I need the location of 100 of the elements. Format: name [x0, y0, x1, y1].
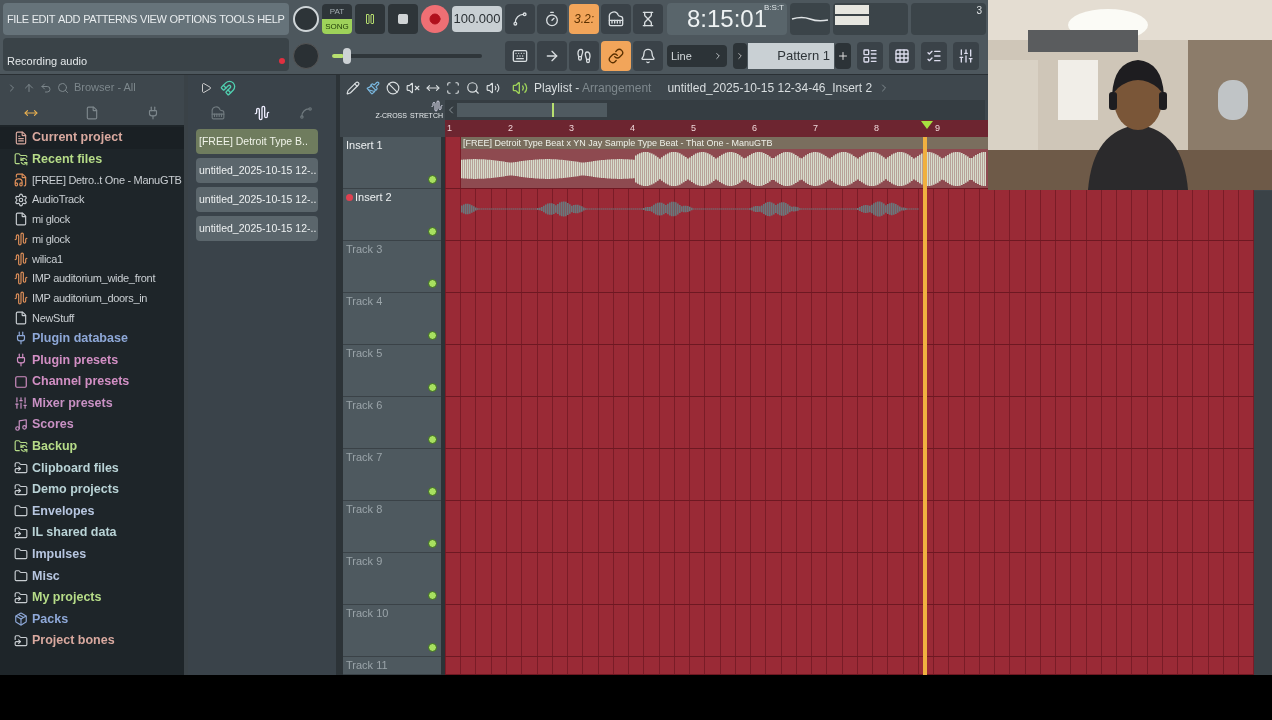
add-pattern-button[interactable] — [835, 43, 851, 69]
track-enable-icon[interactable] — [428, 175, 437, 184]
browser-item[interactable]: IL shared data — [0, 522, 184, 544]
playlist-grid[interactable]: [FREE] Detroit Type Beat x YN Jay Sample Type Beat - That One - ManuGTB — [445, 137, 1254, 675]
clip-source-item[interactable]: untitled_2025-10-15 12-.. — [196, 216, 318, 241]
pencil-icon[interactable] — [346, 80, 360, 95]
track-enable-icon[interactable] — [428, 383, 437, 392]
browser-item[interactable]: [FREE] Detro..t One - ManuGTB — [0, 170, 184, 190]
browser-item[interactable]: Impulses — [0, 543, 184, 566]
file-icon[interactable] — [85, 105, 99, 120]
menu-item[interactable]: TOOLS — [219, 10, 255, 28]
delete-icon[interactable] — [386, 80, 400, 95]
toolbar-button[interactable] — [505, 4, 535, 34]
browser-item[interactable]: IMP auditorium_wide_front — [0, 268, 184, 289]
clip-source-item[interactable]: untitled_2025-10-15 12-.. — [196, 158, 318, 183]
hint-text: Recording audio — [7, 53, 88, 69]
zoom-icon[interactable] — [466, 80, 480, 95]
browser-item[interactable]: mi glock — [0, 209, 184, 230]
toolbar-button[interactable]: 3.2: — [569, 4, 599, 34]
track-enable-icon[interactable] — [428, 227, 437, 236]
menu-item[interactable]: OPTIONS — [169, 10, 217, 28]
browser-item[interactable]: Plugin presets — [0, 349, 184, 371]
undo-icon[interactable] — [40, 81, 52, 94]
volume-knob[interactable] — [293, 5, 319, 32]
stop-button[interactable] — [388, 4, 418, 34]
toolbar-button[interactable] — [633, 4, 663, 34]
menu-item[interactable]: VIEW — [140, 10, 167, 28]
waveform-icon[interactable] — [254, 104, 270, 121]
plug-icon — [14, 331, 28, 346]
track-enable-icon[interactable] — [428, 643, 437, 652]
track-header[interactable]: Insert 2 — [343, 189, 441, 241]
track-enable-icon[interactable] — [428, 539, 437, 548]
tempo-field[interactable]: 100.000 — [452, 6, 502, 32]
browser-item[interactable]: Misc — [0, 565, 184, 587]
track-name: Track 11 — [346, 658, 388, 672]
browser-item[interactable]: Demo projects — [0, 478, 184, 501]
bar-number: 8 — [874, 123, 879, 133]
track-enable-icon[interactable] — [428, 331, 437, 340]
slider-thumb[interactable] — [343, 48, 352, 64]
curve-icon — [512, 11, 528, 27]
brush-icon[interactable] — [366, 80, 380, 95]
browser-item[interactable]: IMP auditorium_doors_in — [0, 288, 184, 308]
toolbar-button[interactable] — [633, 41, 663, 71]
browser-item[interactable]: mi glock — [0, 229, 184, 249]
toolbar-button[interactable] — [601, 41, 631, 71]
browser-item[interactable]: Mixer presets — [0, 392, 184, 415]
menu-item[interactable]: HELP — [257, 10, 285, 28]
browser-item[interactable]: Channel presets — [0, 370, 184, 393]
step-sequencer-button[interactable] — [889, 42, 915, 70]
toolbar-button[interactable] — [601, 4, 631, 34]
browser-item[interactable]: wilica1 — [0, 248, 184, 269]
play-pause-button[interactable] — [355, 4, 385, 34]
browser-item[interactable]: AudioTrack — [0, 189, 184, 210]
channel-rack-button[interactable] — [921, 42, 947, 70]
browser-item[interactable]: Current project — [0, 127, 184, 149]
mode-toggle[interactable]: SONG — [322, 19, 352, 34]
browser-item[interactable]: Backup — [0, 435, 184, 458]
menu-item[interactable]: PATTERNS — [83, 10, 137, 28]
oscilloscope-drawing — [790, 3, 830, 35]
magnet-icon[interactable] — [220, 79, 236, 96]
mute-icon[interactable] — [406, 80, 420, 95]
browser-item[interactable]: Plugin database — [0, 327, 184, 350]
toolbar-button[interactable] — [537, 41, 567, 71]
browser-item[interactable]: My projects — [0, 586, 184, 609]
browser-item[interactable]: Recent files — [0, 148, 184, 171]
audio-clip[interactable]: [FREE] Detroit Type Beat x YN Jay Sample Type Beat - That One - ManuGTB — [461, 137, 990, 188]
snap-selector[interactable]: Line — [667, 45, 727, 67]
folder-icon — [14, 569, 28, 583]
track-enable-icon[interactable] — [428, 591, 437, 600]
clip-title: [FREE] Detroit Type Beat x YN Jay Sample Type Beat - That One - ManuGTB — [461, 137, 990, 149]
browser-item[interactable]: NewStuff — [0, 308, 184, 328]
toolbar-button[interactable] — [537, 4, 567, 34]
master-pitch-slider[interactable] — [332, 48, 482, 64]
clip-source-item[interactable]: untitled_2025-10-15 12-.. — [196, 187, 318, 212]
speaker-icon[interactable] — [486, 80, 500, 95]
browser-item[interactable]: Packs — [0, 608, 184, 630]
clip-source-item[interactable]: [FREE] Detroit Type B.. — [196, 129, 318, 154]
select-icon[interactable] — [446, 80, 460, 95]
browser-item[interactable]: Project bones — [0, 630, 184, 652]
playlist-button[interactable] — [857, 42, 883, 70]
vertical-scrollbar[interactable] — [1254, 191, 1272, 675]
play-icon[interactable] — [200, 81, 212, 94]
mode-toggle[interactable]: PAT — [322, 4, 352, 19]
horizontal-scrollbar[interactable] — [445, 100, 985, 120]
toolbar-button[interactable] — [505, 41, 535, 71]
pattern-selector[interactable]: Pattern 1 — [748, 43, 834, 69]
browser-item[interactable]: Scores — [0, 414, 184, 436]
toolbar-button[interactable] — [569, 41, 599, 71]
menu-item[interactable]: ADD — [58, 10, 81, 28]
track-enable-icon[interactable] — [428, 279, 437, 288]
menu-item[interactable]: EDIT — [31, 10, 56, 28]
mixer-button[interactable] — [953, 42, 979, 70]
browser-item[interactable]: Clipboard files — [0, 457, 184, 479]
menu-item[interactable]: FILE — [7, 10, 29, 28]
track-enable-icon[interactable] — [428, 435, 437, 444]
waveform-icon[interactable] — [431, 100, 443, 112]
track-enable-icon[interactable] — [428, 487, 437, 496]
browser-item[interactable]: Envelopes — [0, 500, 184, 523]
bell-icon — [640, 48, 656, 64]
track-header[interactable]: Insert 1 — [343, 137, 441, 189]
